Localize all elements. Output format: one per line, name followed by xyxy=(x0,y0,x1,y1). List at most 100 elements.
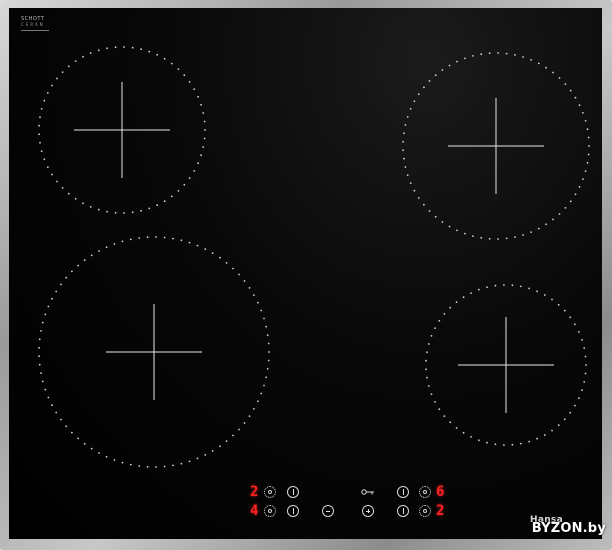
zone-dot xyxy=(263,317,265,320)
zone-dot xyxy=(51,173,53,176)
zone-dot xyxy=(257,400,259,403)
zone-dot xyxy=(202,112,205,114)
zone-dot xyxy=(90,447,93,450)
zone-dot xyxy=(211,450,214,452)
zone-dot xyxy=(413,189,416,192)
zone-dot xyxy=(131,46,134,49)
zone-dot xyxy=(44,388,47,391)
zone-dot xyxy=(113,459,116,461)
zone-dot xyxy=(536,290,538,293)
zone-dot xyxy=(545,223,547,226)
zone-dot xyxy=(585,364,587,366)
zone-dot xyxy=(456,229,458,232)
zone-dot xyxy=(41,321,44,324)
timer-icon[interactable] xyxy=(264,505,276,517)
zone-dot xyxy=(265,325,268,328)
zone-dot xyxy=(146,236,149,239)
zone-dot xyxy=(89,206,92,208)
zone-dot xyxy=(89,52,92,54)
zone-dot xyxy=(40,330,42,332)
zone-dot xyxy=(129,238,132,241)
zone-dot xyxy=(180,462,183,465)
zone-dot xyxy=(106,210,108,213)
zone-dot xyxy=(188,460,191,463)
zone-dot xyxy=(443,415,446,417)
zone-dot xyxy=(51,84,53,87)
zone-dot xyxy=(177,68,180,70)
zone-dot xyxy=(428,210,431,212)
zone-dot xyxy=(402,149,404,152)
zone-dot xyxy=(588,145,590,147)
zone-dot xyxy=(480,53,483,56)
zone-dot xyxy=(65,425,68,428)
zone-dot xyxy=(138,237,141,239)
zone-dot xyxy=(497,52,499,54)
minus-icon[interactable] xyxy=(322,505,334,517)
zone-dot xyxy=(586,128,589,131)
timer-icon[interactable] xyxy=(419,505,431,517)
zone-dot xyxy=(51,297,53,300)
zone-display-top-left: 2 xyxy=(250,484,259,500)
zone-dot xyxy=(82,202,84,205)
byzon-watermark: BYZON.by xyxy=(531,521,606,536)
zone-dot xyxy=(46,166,49,169)
zone-dot xyxy=(203,120,206,123)
zone-dot xyxy=(77,437,79,440)
power-icon[interactable] xyxy=(397,486,409,498)
zone-dot xyxy=(188,81,191,83)
zone-dot xyxy=(39,141,41,144)
zone-dot xyxy=(38,346,40,349)
power-icon[interactable] xyxy=(287,486,299,498)
zone-dot xyxy=(409,108,412,110)
zone-bottom-left xyxy=(38,236,270,468)
cooking-zones xyxy=(38,46,590,468)
zone-dot xyxy=(578,104,581,106)
zone-dot xyxy=(38,338,41,341)
zone-dot xyxy=(83,442,86,445)
zone-dot xyxy=(260,309,263,312)
zone-dot xyxy=(268,351,270,353)
zone-dot xyxy=(537,62,540,65)
zone-dot xyxy=(146,465,149,468)
timer-icon[interactable] xyxy=(419,486,431,498)
zone-dot xyxy=(38,363,41,366)
zone-dot xyxy=(470,292,472,294)
zone-dot xyxy=(536,437,538,440)
zone-dot xyxy=(426,376,428,379)
zone-dot xyxy=(522,234,524,236)
zone-dot xyxy=(123,212,125,214)
key-lock-icon[interactable] xyxy=(361,488,375,496)
plus-icon[interactable] xyxy=(362,505,374,517)
zone-dot xyxy=(522,56,524,58)
zone-dot xyxy=(569,200,572,203)
zone-dot xyxy=(537,227,540,230)
zone-dot xyxy=(587,153,590,156)
zone-dot xyxy=(583,381,586,383)
zone-dot xyxy=(248,287,251,289)
power-icon[interactable] xyxy=(287,505,299,517)
zone-dot xyxy=(543,294,546,296)
zone-dot xyxy=(464,232,466,235)
zone-dot xyxy=(470,436,472,438)
zone-dot xyxy=(406,116,409,118)
zone-dot xyxy=(140,48,143,51)
zone-dot xyxy=(170,62,173,65)
zone-dot xyxy=(448,64,451,67)
zone-dot xyxy=(105,246,108,249)
zone-dot xyxy=(449,421,452,424)
zone-dot xyxy=(497,238,499,240)
zone-dot xyxy=(163,57,166,60)
zone-dot xyxy=(434,327,436,329)
zone-dot xyxy=(71,431,73,434)
zone-dot xyxy=(47,305,50,308)
zone-dot xyxy=(430,393,433,395)
zone-dot xyxy=(38,133,40,136)
zone-dot xyxy=(404,124,407,126)
zone-dot xyxy=(98,250,100,252)
power-icon[interactable] xyxy=(397,505,409,517)
zone-dot xyxy=(83,259,86,262)
zone-dot xyxy=(232,434,234,437)
timer-icon[interactable] xyxy=(264,486,276,498)
zone-dot xyxy=(455,301,458,303)
zone-dot xyxy=(511,284,514,287)
